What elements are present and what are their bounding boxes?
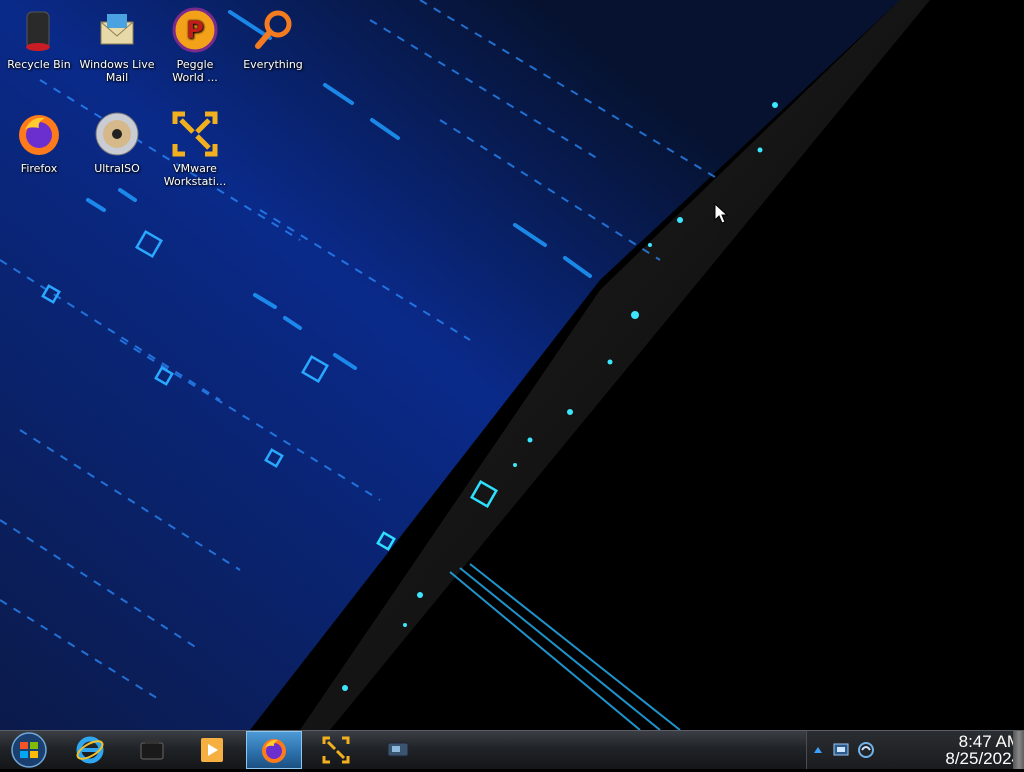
network-icon[interactable] [857,741,875,759]
firefox-icon [262,739,286,763]
ultraiso-icon [95,112,139,156]
windows-live-mail-icon [100,14,134,45]
vmware-workstation-label: VMware Workstati... [163,162,227,188]
action-center-icon[interactable] [833,742,849,758]
ie-icon [76,736,104,764]
ultraiso-shortcut[interactable]: UltraISO [78,110,156,175]
taskbar-internet-explorer[interactable] [62,731,118,769]
taskbar-vmware[interactable] [308,731,364,769]
svg-text:P: P [186,16,204,44]
taskbar-media-center[interactable] [124,731,180,769]
everything-icon [255,10,292,49]
recycle-bin-shortcut[interactable]: Recycle Bin [0,6,78,71]
mouse-cursor-icon [714,203,728,224]
firefox-icon [19,115,59,155]
windows-logo-icon [11,732,47,768]
windows-live-mail-shortcut[interactable]: Windows Live Mail [78,6,156,84]
taskbar: 8:47 AM 8/25/2024 [0,730,1024,769]
recycle-bin-icon [26,11,50,51]
peggle-world-shortcut[interactable]: P Peggle World ... [156,6,234,84]
everything-label: Everything [243,58,303,71]
start-button[interactable] [4,732,54,768]
peggle-world-icon: P [172,7,218,53]
firefox-shortcut[interactable]: Firefox [0,110,78,175]
vmware-icon [172,111,218,157]
firefox-label: Firefox [20,162,58,175]
taskbar-media-player[interactable] [184,731,240,769]
vmware-workstation-shortcut[interactable]: VMware Workstati... [156,110,234,188]
system-tray: 8:47 AM 8/25/2024 [806,731,1024,769]
vm-window-icon [387,742,409,757]
ultraiso-label: UltraISO [94,162,140,175]
taskbar-firefox[interactable] [246,731,302,769]
media-center-icon [140,739,164,760]
clock-date[interactable]: 8/25/2024 [891,749,1021,769]
show-hidden-icons-arrow-icon[interactable] [813,745,823,755]
recycle-bin-label: Recycle Bin [7,58,71,71]
media-player-icon [201,738,223,762]
taskbar-vm-window[interactable] [370,731,426,769]
show-desktop-button[interactable] [1013,731,1024,769]
everything-shortcut[interactable]: Everything [234,6,312,71]
peggle-world-label: Peggle World ... [172,58,218,84]
windows-live-mail-label: Windows Live Mail [79,58,155,84]
vmware-icon [322,736,350,764]
